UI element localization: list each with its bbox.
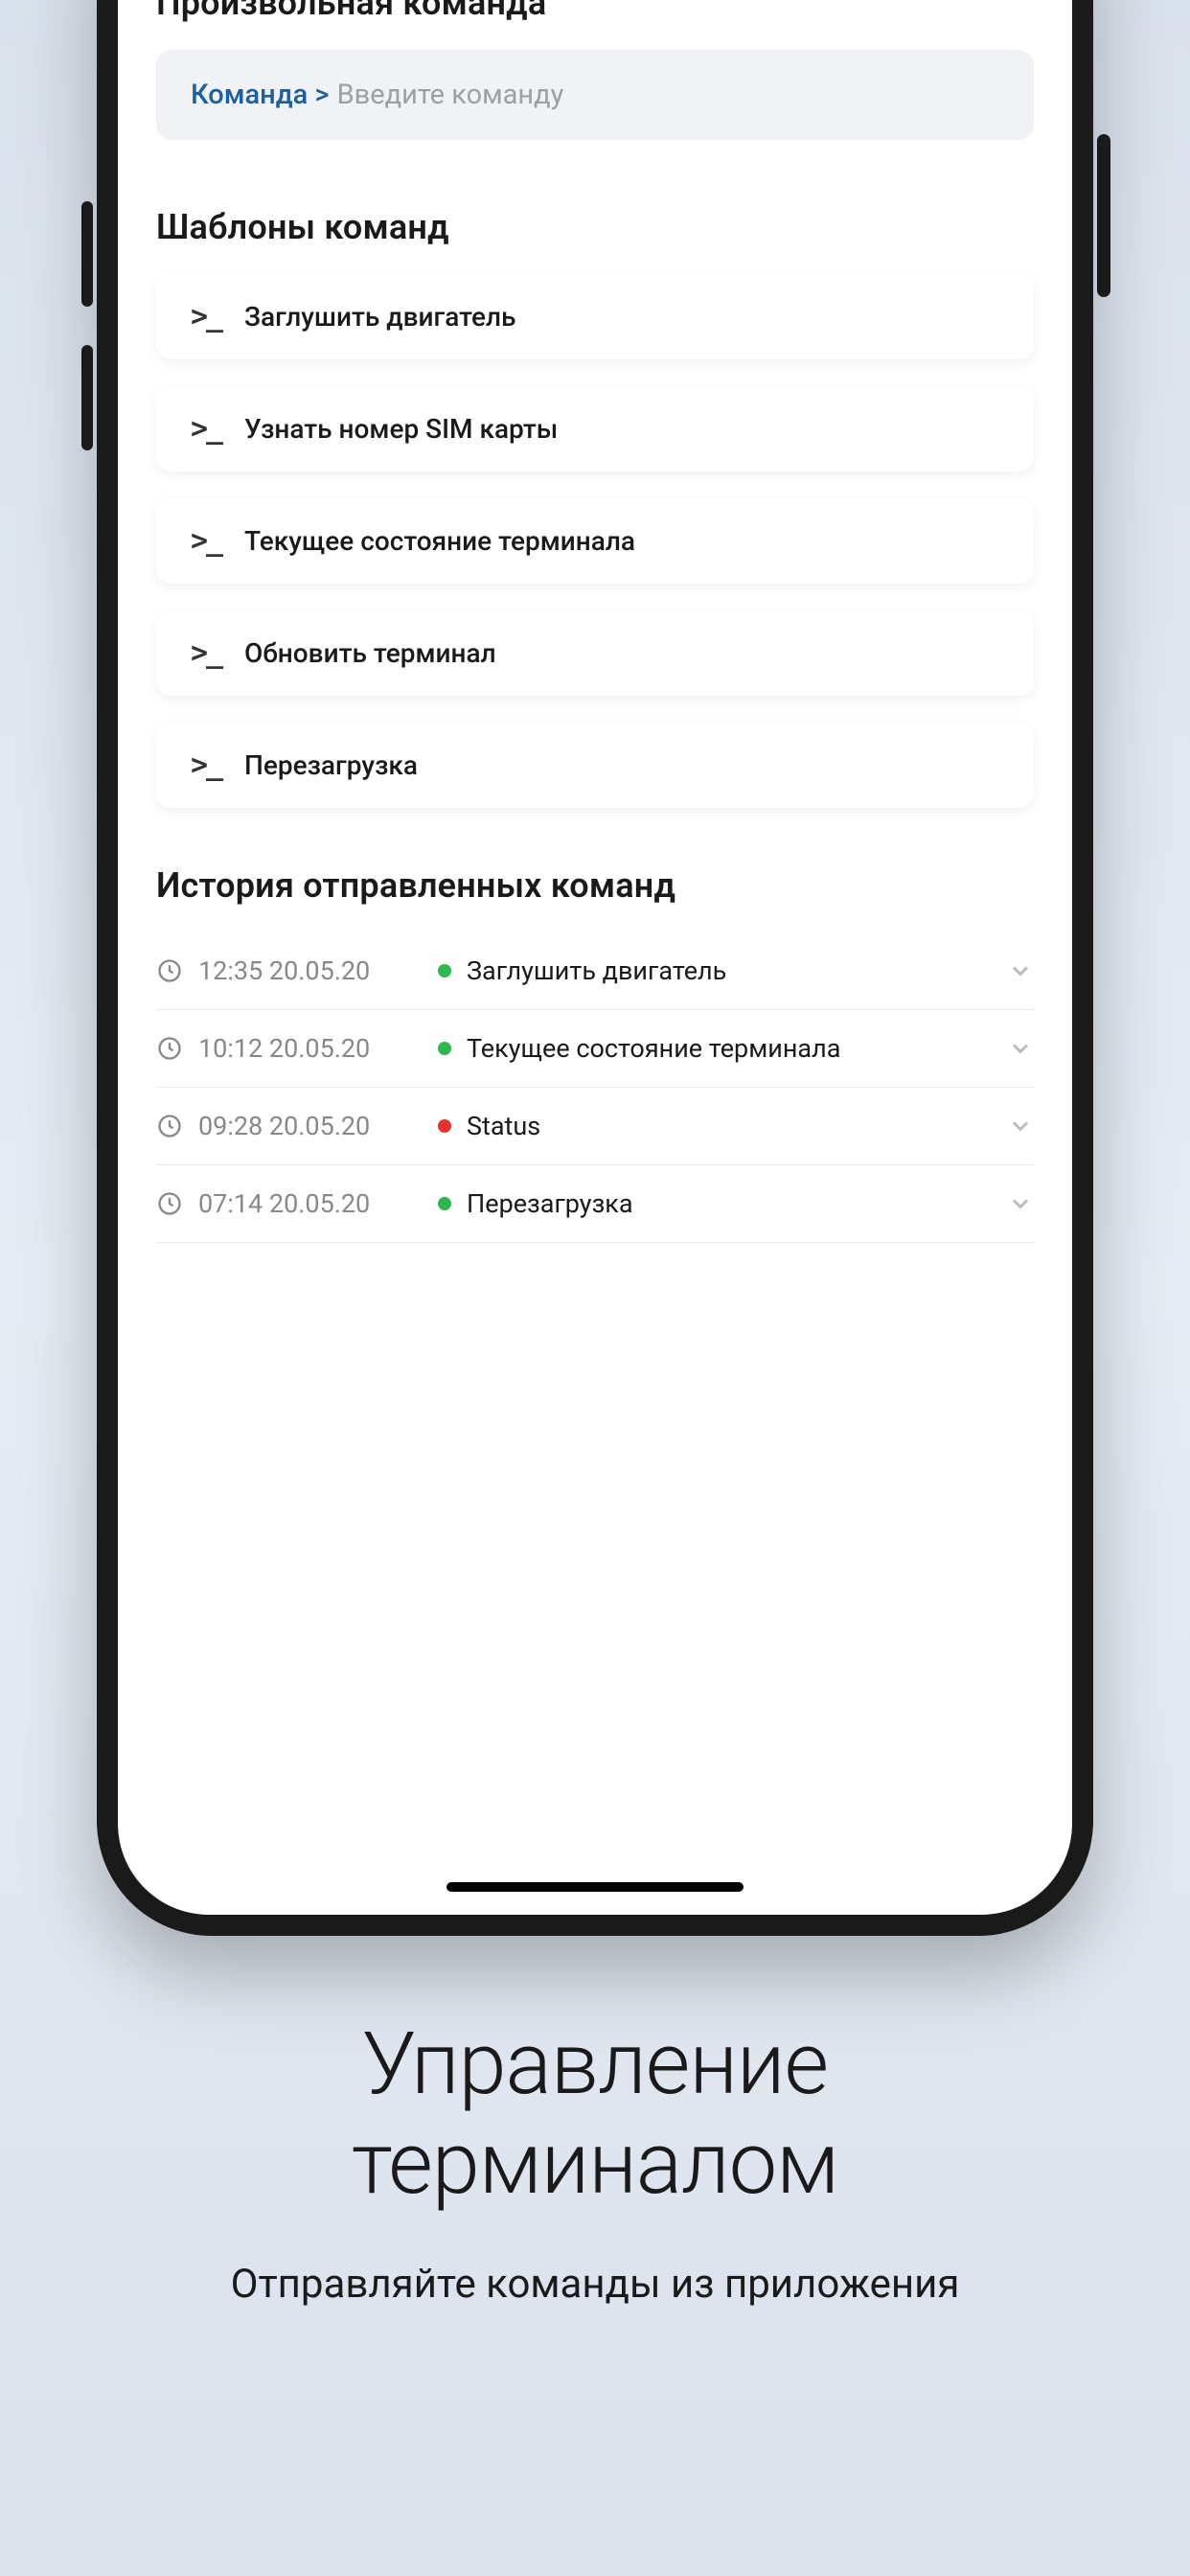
phone-body: Произвольная команда Команда > Введите к… bbox=[97, 0, 1093, 1936]
history-item[interactable]: 12:35 20.05.20 Заглушить двигатель bbox=[156, 932, 1034, 1010]
app-screen: Произвольная команда Команда > Введите к… bbox=[118, 0, 1072, 1915]
command-input[interactable]: Команда > Введите команду bbox=[156, 50, 1034, 140]
history-time: 12:35 20.05.20 bbox=[198, 955, 419, 986]
phone-frame: Произвольная команда Команда > Введите к… bbox=[97, 0, 1093, 1936]
history-command: Заглушить двигатель bbox=[467, 955, 1007, 986]
template-label: Заглушить двигатель bbox=[244, 301, 515, 333]
history-list: 12:35 20.05.20 Заглушить двигатель 10:12… bbox=[156, 932, 1034, 1243]
status-dot-error bbox=[438, 1119, 451, 1133]
command-input-label: Команда > bbox=[191, 79, 330, 111]
terminal-prompt-icon: >_ bbox=[191, 639, 219, 668]
template-item-update-terminal[interactable]: >_ Обновить терминал bbox=[156, 610, 1034, 696]
custom-command-title: Произвольная команда bbox=[156, 0, 1034, 23]
template-label: Перезагрузка bbox=[244, 749, 418, 781]
history-title: История отправленных команд bbox=[156, 865, 1034, 906]
templates-title: Шаблоны команд bbox=[156, 207, 1034, 247]
chevron-down-icon bbox=[1007, 1035, 1034, 1062]
promo-section: Управление терминалом Отправляйте команд… bbox=[0, 2014, 1190, 2308]
template-label: Обновить терминал bbox=[244, 637, 496, 669]
home-indicator[interactable] bbox=[446, 1882, 744, 1892]
history-time: 10:12 20.05.20 bbox=[198, 1033, 419, 1064]
phone-side-button bbox=[81, 345, 93, 450]
history-item[interactable]: 10:12 20.05.20 Текущее состояние термина… bbox=[156, 1010, 1034, 1088]
promo-subtitle: Отправляйте команды из приложения bbox=[0, 2261, 1190, 2308]
status-dot-success bbox=[438, 1197, 451, 1210]
template-label: Текущее состояние терминала bbox=[244, 525, 635, 557]
template-label: Узнать номер SIM карты bbox=[244, 413, 558, 445]
terminal-prompt-icon: >_ bbox=[191, 527, 219, 556]
command-input-placeholder: Введите команду bbox=[337, 79, 564, 111]
clock-icon bbox=[156, 1035, 183, 1062]
promo-title: Управление терминалом bbox=[0, 2014, 1190, 2213]
app-content: Произвольная команда Команда > Введите к… bbox=[118, 0, 1072, 1243]
history-command: Перезагрузка bbox=[467, 1188, 1007, 1219]
clock-icon bbox=[156, 957, 183, 984]
terminal-prompt-icon: >_ bbox=[191, 303, 219, 332]
history-item[interactable]: 07:14 20.05.20 Перезагрузка bbox=[156, 1165, 1034, 1243]
template-item-terminal-status[interactable]: >_ Текущее состояние терминала bbox=[156, 498, 1034, 584]
template-item-reboot[interactable]: >_ Перезагрузка bbox=[156, 723, 1034, 808]
history-item[interactable]: 09:28 20.05.20 Status bbox=[156, 1088, 1034, 1165]
history-time: 09:28 20.05.20 bbox=[198, 1111, 419, 1141]
status-dot-success bbox=[438, 1042, 451, 1055]
clock-icon bbox=[156, 1113, 183, 1139]
status-dot-success bbox=[438, 964, 451, 978]
template-item-stop-engine[interactable]: >_ Заглушить двигатель bbox=[156, 274, 1034, 359]
history-command: Текущее состояние терминала bbox=[467, 1033, 1007, 1064]
terminal-prompt-icon: >_ bbox=[191, 751, 219, 780]
clock-icon bbox=[156, 1190, 183, 1217]
history-time: 07:14 20.05.20 bbox=[198, 1188, 419, 1219]
templates-list: >_ Заглушить двигатель >_ Узнать номер S… bbox=[156, 274, 1034, 808]
chevron-down-icon bbox=[1007, 1113, 1034, 1139]
history-command: Status bbox=[467, 1111, 1007, 1141]
chevron-down-icon bbox=[1007, 1190, 1034, 1217]
template-item-sim-number[interactable]: >_ Узнать номер SIM карты bbox=[156, 386, 1034, 472]
terminal-prompt-icon: >_ bbox=[191, 415, 219, 444]
chevron-down-icon bbox=[1007, 957, 1034, 984]
